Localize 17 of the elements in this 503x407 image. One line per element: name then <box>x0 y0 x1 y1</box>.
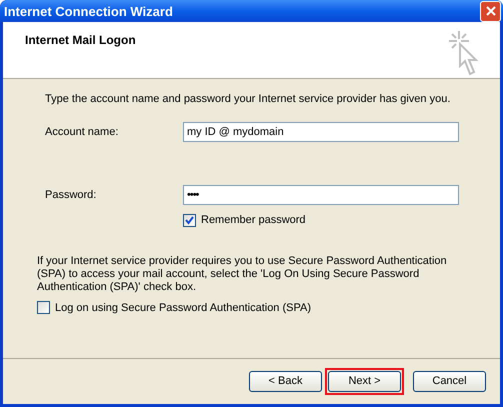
field-label: Account name: <box>45 124 120 140</box>
field-label: Password: <box>45 188 98 203</box>
window-title: Internet Connection Wizard <box>4 4 173 18</box>
close-icon <box>486 6 496 16</box>
instruction-text: Type the account name and password your Internet service provider has given you. <box>45 93 452 106</box>
checkbox[interactable] <box>183 214 196 227</box>
checkbox[interactable] <box>37 301 50 314</box>
input-field[interactable]: my ID @ mydomain <box>183 122 459 142</box>
wizard-button[interactable]: Next > <box>328 371 401 392</box>
password-field[interactable]: •••• <box>183 185 459 205</box>
wizard-button[interactable]: Cancel <box>413 371 486 392</box>
wizard-button[interactable]: < Back <box>249 371 322 392</box>
checkbox-label: Remember password <box>201 213 306 228</box>
spa-note: If your Internet service provider requires you to use Secure Password Authentication (SPA) to access your mail account, select the 'Log On Using Secure Password Authentication (SPA)' check box. <box>37 254 448 294</box>
checkbox-label: Log on using Secure Password Authentication (SPA) <box>55 300 312 316</box>
close-button[interactable] <box>480 0 501 22</box>
page-heading: Internet Mail Logon <box>25 33 136 49</box>
